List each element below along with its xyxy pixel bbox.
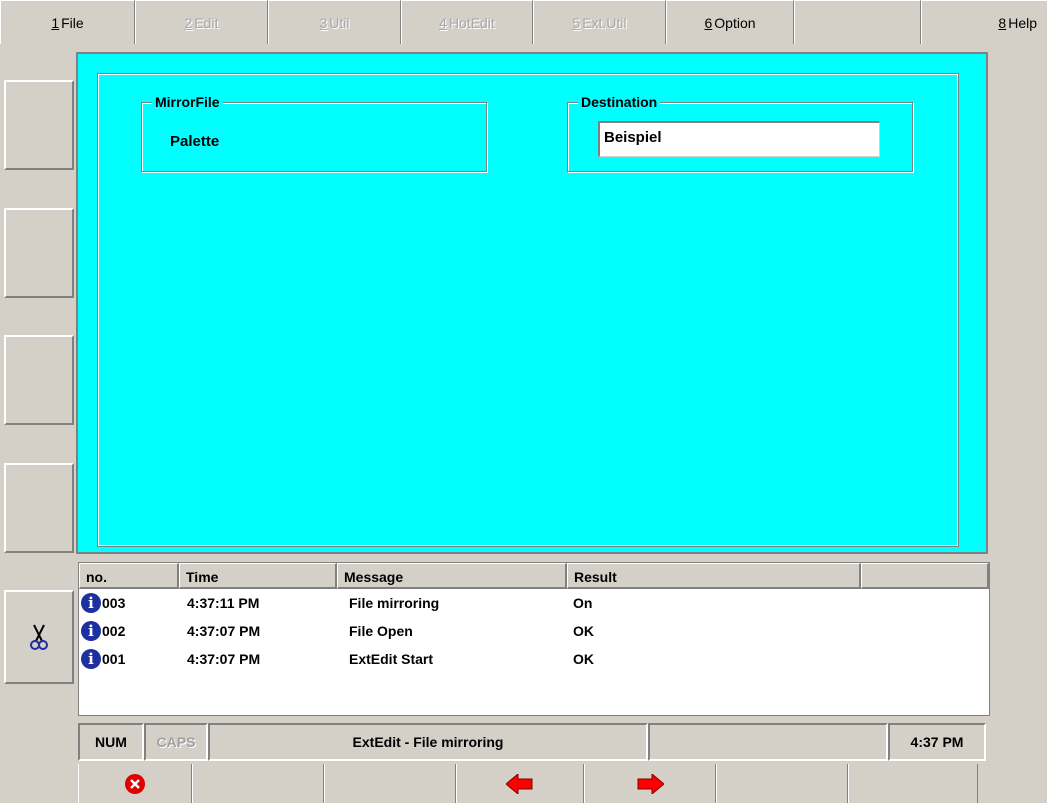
col-result[interactable]: Result	[567, 563, 861, 589]
menu-ext-util[interactable]: 5 Ext.Util	[533, 0, 666, 44]
destination-input[interactable]: Beispiel	[598, 121, 880, 157]
status-message: ExtEdit - File mirroring	[208, 723, 648, 761]
toolbar-button-2[interactable]	[192, 764, 324, 803]
message-log[interactable]: no. Time Message Result i 003 4:37:11 PM …	[78, 562, 990, 716]
log-result: OK	[573, 623, 594, 639]
menu-hotedit[interactable]: 4 HotEdit	[401, 0, 533, 44]
status-num: NUM	[78, 723, 144, 761]
side-button-2[interactable]	[4, 208, 74, 298]
menu-option-label: Option	[714, 14, 756, 31]
toolbar-button-6[interactable]	[716, 764, 848, 803]
menu-help[interactable]: 8 Help	[921, 0, 1047, 44]
log-row[interactable]: i 002 4:37:07 PM File Open OK	[79, 617, 989, 645]
bottom-toolbar	[78, 764, 990, 803]
col-message[interactable]: Message	[337, 563, 567, 589]
scissors-icon	[30, 624, 48, 650]
menu-ext-util-label: Ext.Util	[582, 14, 627, 31]
menu-util-number: 3	[319, 14, 328, 31]
side-button-cut[interactable]	[4, 590, 74, 684]
mirrorfile-group: MirrorFile Palette	[141, 94, 487, 172]
log-message: File mirroring	[349, 595, 440, 611]
side-button-1[interactable]	[4, 80, 74, 170]
menu-edit-label: Edit	[194, 14, 219, 31]
menu-file-label: File	[61, 14, 84, 31]
log-row[interactable]: i 003 4:37:11 PM File mirroring On	[79, 589, 989, 617]
menu-option[interactable]: 6 Option	[666, 0, 794, 44]
log-time: 4:37:07 PM	[187, 623, 261, 639]
menu-help-label: Help	[1008, 14, 1037, 31]
close-button[interactable]	[78, 764, 192, 803]
side-button-3[interactable]	[4, 335, 74, 425]
log-time: 4:37:11 PM	[187, 595, 260, 611]
log-result: OK	[573, 651, 594, 667]
info-icon: i	[81, 649, 101, 669]
arrow-left-icon	[506, 773, 533, 794]
menu-hotedit-label: HotEdit	[448, 14, 495, 31]
status-bar: NUM CAPS ExtEdit - File mirroring 4:37 P…	[78, 720, 990, 764]
next-button[interactable]	[584, 764, 716, 803]
log-no: 002	[102, 623, 126, 639]
menu-edit-number: 2	[184, 14, 193, 31]
log-no: 001	[102, 651, 126, 667]
status-extra	[648, 723, 888, 761]
col-time[interactable]: Time	[179, 563, 337, 589]
prev-button[interactable]	[456, 764, 584, 803]
status-caps: CAPS	[144, 723, 208, 761]
menu-file[interactable]: 1 File	[0, 0, 135, 44]
mirrorfile-legend: MirrorFile	[152, 94, 223, 110]
menu-hotedit-number: 4	[439, 14, 447, 31]
menu-empty[interactable]	[794, 0, 921, 44]
menu-help-number: 8	[998, 14, 1007, 31]
main-panel: MirrorFile Palette Destination Beispiel	[76, 52, 988, 554]
menu-util-label: Util	[329, 14, 350, 31]
log-message: ExtEdit Start	[349, 651, 434, 667]
log-result: On	[573, 595, 593, 611]
log-header: no. Time Message Result	[79, 563, 989, 589]
close-icon	[125, 773, 145, 794]
menu-edit[interactable]: 2 Edit	[135, 0, 268, 44]
menu-bar: 1 File 2 Edit 3 Util 4 HotEdit 5 Ext.Util 6 Op…	[0, 0, 1047, 44]
col-empty[interactable]	[861, 563, 989, 589]
info-icon: i	[81, 593, 101, 613]
log-time: 4:37:07 PM	[187, 651, 261, 667]
log-row[interactable]: i 001 4:37:07 PM ExtEdit Start OK	[79, 645, 989, 673]
status-time: 4:37 PM	[888, 723, 986, 761]
menu-util[interactable]: 3 Util	[268, 0, 401, 44]
menu-ext-util-number: 5	[572, 14, 581, 31]
toolbar-button-7[interactable]	[848, 764, 978, 803]
arrow-right-icon	[637, 773, 664, 794]
menu-file-number: 1	[51, 14, 60, 31]
info-icon: i	[81, 621, 101, 641]
toolbar-button-3[interactable]	[324, 764, 456, 803]
destination-legend: Destination	[578, 94, 661, 110]
destination-group: Destination Beispiel	[567, 94, 913, 172]
main-panel-frame: MirrorFile Palette Destination Beispiel	[97, 73, 959, 547]
log-no: 003	[102, 595, 126, 611]
side-button-4[interactable]	[4, 463, 74, 553]
log-message: File Open	[349, 623, 413, 639]
menu-option-number: 6	[704, 14, 713, 31]
col-no[interactable]: no.	[79, 563, 179, 589]
mirrorfile-value: Palette	[170, 133, 220, 150]
